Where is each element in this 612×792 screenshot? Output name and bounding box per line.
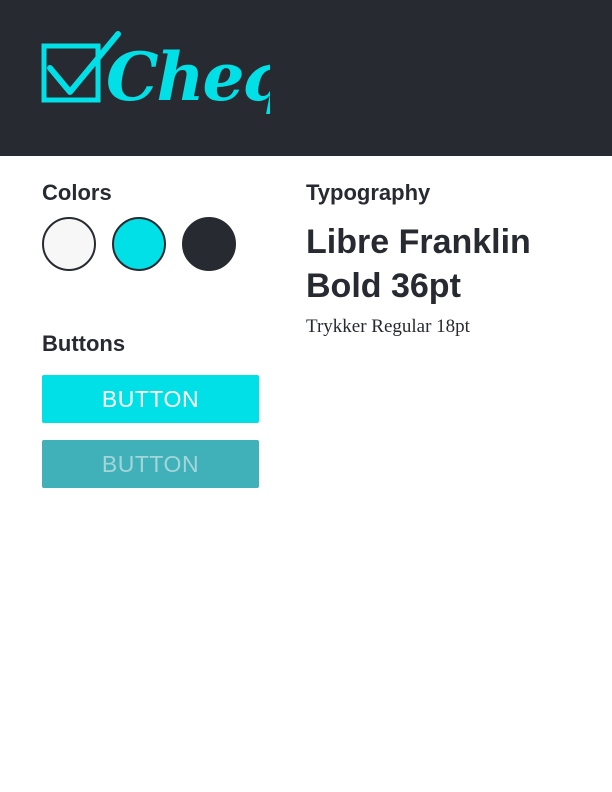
swatch-accent (112, 217, 166, 271)
checkbox-icon: Cheq (41, 31, 270, 116)
body-type-sample: Trykker Regular 18pt (306, 316, 470, 337)
secondary-button[interactable]: BUTTON (42, 440, 259, 488)
swatch-light (42, 217, 96, 271)
swatch-dark (182, 217, 236, 271)
brand-wordmark: Cheq (106, 38, 270, 116)
header-bar: Cheq (0, 0, 612, 156)
primary-button[interactable]: BUTTON (42, 375, 259, 423)
colors-heading: Colors (42, 180, 112, 205)
typography-heading: Typography (306, 180, 431, 205)
buttons-heading: Buttons (42, 331, 126, 356)
heading-type-sample: Libre Franklin Bold 36pt (306, 223, 531, 305)
brand-logo: Cheq (40, 30, 270, 126)
